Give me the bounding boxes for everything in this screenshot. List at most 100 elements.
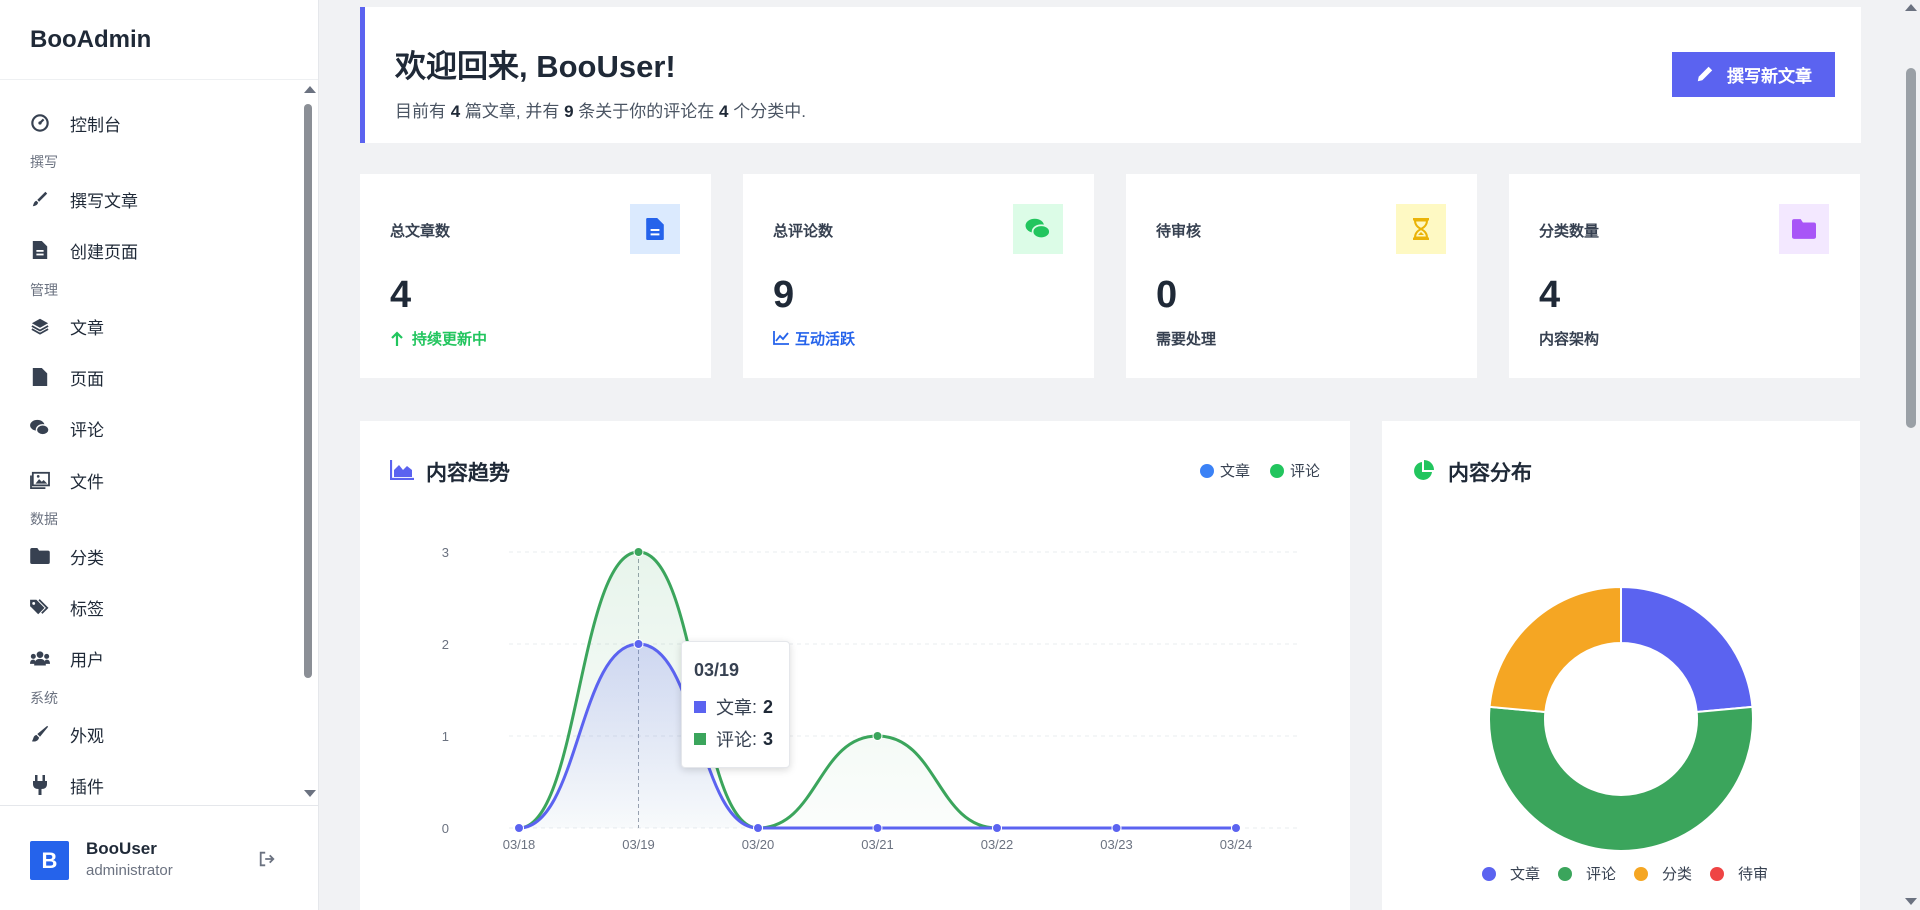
sidebar-item-label: 外观 [70, 726, 104, 746]
sidebar-item-label: 插件 [70, 777, 104, 797]
sidebar-scrollbar[interactable] [302, 82, 316, 802]
legend-item-categories[interactable]: 分类 [1634, 863, 1692, 884]
category-count: 4 [719, 102, 729, 121]
sidebar-item-comments[interactable]: 评论 [30, 408, 104, 448]
scroll-down-arrow[interactable] [304, 790, 316, 797]
stat-label: 总评论数 [773, 223, 834, 240]
x-tick-label: 03/18 [503, 837, 536, 852]
user-role: administrator [86, 862, 173, 879]
scroll-up-arrow[interactable] [1905, 4, 1917, 11]
folder-icon [30, 546, 50, 566]
sidebar-item-label: 文章 [70, 318, 104, 338]
data-point [1231, 823, 1241, 833]
tooltip-row-posts: 文章:2 [694, 694, 773, 720]
users-icon [30, 648, 50, 668]
scroll-down-arrow[interactable] [1905, 898, 1917, 905]
data-point [514, 823, 524, 833]
line-chart-icon [773, 330, 789, 347]
distribution-donut-chart[interactable] [1382, 421, 1860, 910]
user-name: BooUser [86, 839, 157, 858]
sidebar-item-label: 分类 [70, 548, 104, 568]
data-point [633, 547, 644, 557]
data-point [872, 731, 883, 741]
distribution-legend: 文章 评论 分类 待审 [1482, 863, 1786, 884]
sidebar-item-create-page[interactable]: 创建页面 [30, 230, 138, 270]
x-tick-label: 03/21 [861, 837, 894, 852]
stat-sub: 互动活跃 [773, 328, 855, 349]
stat-value: 4 [1539, 274, 1561, 316]
sidebar-item-appearance[interactable]: 外观 [30, 714, 104, 754]
data-point [1111, 823, 1122, 833]
trend-chart[interactable]: 0 1 2 3 03/18 03/19 03/20 03/21 03/22 03/23 03/24 [360, 421, 1350, 910]
data-point [633, 639, 644, 649]
write-new-post-button[interactable]: 撰写新文章 [1672, 52, 1835, 97]
donut-slice [1488, 705, 1754, 852]
legend-item-pending[interactable]: 待审 [1710, 863, 1768, 884]
stat-value: 9 [773, 274, 795, 316]
tooltip-title: 03/19 [694, 660, 740, 680]
y-tick-label: 3 [442, 545, 449, 560]
trend-card: 内容趋势 文章 评论 0 1 2 3 03/18 03/19 03/20 03/21 03/22… [360, 421, 1350, 910]
sidebar-item-files[interactable]: 文件 [30, 460, 104, 500]
sidebar-item-label: 撰写文章 [70, 191, 138, 211]
stat-card-comments: 总评论数 9 互动活跃 [743, 174, 1094, 378]
sidebar-section-data: 数据 [30, 511, 58, 527]
data-point [992, 823, 1002, 833]
scrollbar-thumb[interactable] [1906, 68, 1916, 428]
stat-card-categories: 分类数量 4 内容架构 [1509, 174, 1860, 378]
welcome-title: 欢迎回来, BooUser! [395, 49, 676, 84]
sidebar-item-label: 创建页面 [70, 242, 138, 262]
sidebar-item-tags[interactable]: 标签 [30, 587, 104, 627]
stat-label: 待审核 [1156, 223, 1202, 240]
write-new-post-label: 撰写新文章 [1727, 67, 1812, 86]
folder-icon [1779, 204, 1829, 254]
logout-icon[interactable] [258, 850, 276, 868]
stat-sub: 需要处理 [1156, 331, 1217, 348]
hourglass-icon [1396, 204, 1446, 254]
user-panel: B BooUser administrator [0, 805, 319, 910]
distribution-card: 内容分布 文章 评论 分类 待审 [1382, 421, 1860, 910]
donut-slice [1488, 585, 1622, 714]
sidebar-item-write-post[interactable]: 撰写文章 [30, 179, 138, 219]
dashboard-icon [30, 113, 50, 133]
stat-label: 分类数量 [1539, 223, 1600, 240]
scrollbar-thumb[interactable] [304, 104, 312, 678]
stat-value: 0 [1156, 274, 1178, 316]
stat-sub: 内容架构 [1539, 331, 1600, 348]
document-icon [630, 204, 680, 254]
sidebar-item-plugins[interactable]: 插件 [30, 765, 104, 805]
layers-icon [30, 316, 50, 336]
sidebar-item-categories[interactable]: 分类 [30, 536, 104, 576]
sidebar-item-label: 页面 [70, 369, 104, 389]
donut-slice [1620, 585, 1754, 714]
data-point [872, 823, 883, 833]
sidebar-item-pages[interactable]: 页面 [30, 357, 104, 397]
x-tick-label: 03/19 [622, 837, 655, 852]
y-tick-label: 2 [442, 637, 449, 652]
scroll-up-arrow[interactable] [304, 86, 316, 93]
main-scrollbar[interactable] [1902, 0, 1920, 910]
stat-value: 4 [390, 274, 412, 316]
stat-label: 总文章数 [390, 223, 451, 240]
sidebar-section-compose: 撰写 [30, 154, 58, 170]
comment-count: 9 [564, 102, 574, 121]
sidebar-item-posts[interactable]: 文章 [30, 306, 104, 346]
x-tick-label: 03/22 [981, 837, 1014, 852]
sidebar-item-dashboard[interactable]: 控制台 [30, 103, 121, 143]
avatar[interactable]: B [30, 841, 69, 880]
sidebar-item-users[interactable]: 用户 [30, 638, 104, 678]
arrow-up-icon [390, 330, 406, 347]
legend-item-comments[interactable]: 评论 [1558, 863, 1616, 884]
chat-icon [1013, 204, 1063, 254]
brand-logo[interactable]: BooAdmin [0, 0, 318, 80]
tags-icon [30, 597, 50, 617]
welcome-banner: 欢迎回来, BooUser! 目前有 4 篇文章, 并有 9 条关于你的评论在 … [360, 7, 1861, 143]
x-tick-label: 03/23 [1100, 837, 1133, 852]
sidebar-section-manage: 管理 [30, 282, 58, 298]
pencil-icon [1695, 65, 1715, 85]
plug-icon [30, 775, 50, 795]
sidebar-item-label: 用户 [70, 650, 104, 670]
sidebar-section-system: 系统 [30, 690, 58, 706]
x-tick-label: 03/24 [1220, 837, 1253, 852]
legend-item-posts[interactable]: 文章 [1482, 863, 1540, 884]
